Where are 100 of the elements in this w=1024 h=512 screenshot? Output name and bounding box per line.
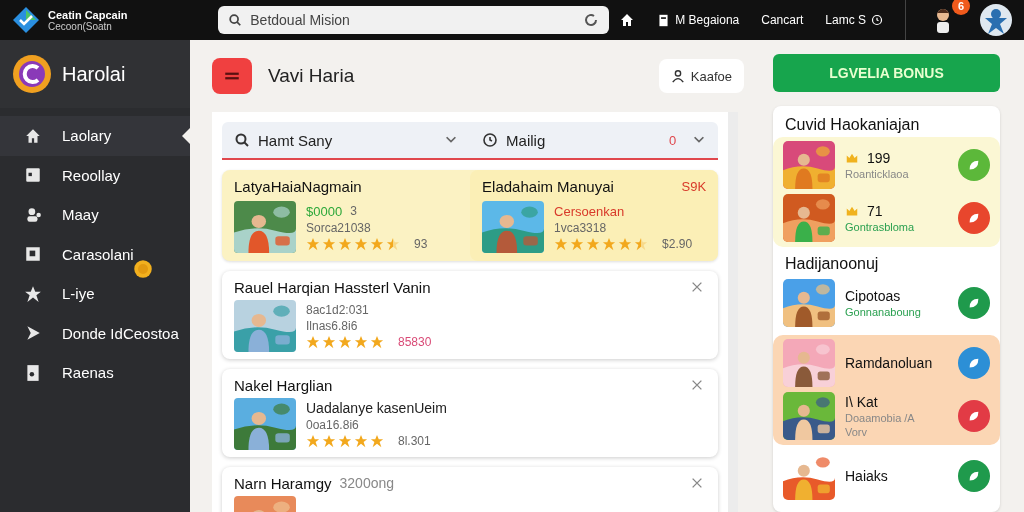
nav-link[interactable]: Lamc S <box>825 13 883 27</box>
listing-detail: Ilnas6.8i6 <box>306 319 359 333</box>
star-icon <box>338 335 352 349</box>
reward-name: I\ Kat <box>845 394 879 410</box>
star-icon <box>370 335 384 349</box>
home-icon <box>619 12 636 28</box>
sidebar-item[interactable]: Carasolani <box>0 234 190 274</box>
section-heading: Hadijanoonuj <box>784 254 880 274</box>
listing-headline: Uadalanye kasenUeim <box>306 400 447 416</box>
reward-action-button[interactable] <box>958 149 990 181</box>
star-icon <box>554 236 569 251</box>
star-icon <box>322 236 336 251</box>
clock-icon <box>871 14 883 26</box>
brand-subtitle: Cecoon(Soatn <box>48 20 112 32</box>
leaf-icon <box>967 356 981 370</box>
listing-card[interactable]: Nakel Harglian Uadalanye kasenUeim 0oa16.8i6 8l.301 <box>222 369 719 457</box>
star-icon <box>354 335 368 349</box>
reward-subtitle: Vorv <box>845 426 868 438</box>
star-icon <box>24 284 42 303</box>
selection-pointer <box>182 128 190 144</box>
nav-link[interactable]: Cancart <box>761 13 804 27</box>
star-icon <box>370 236 384 251</box>
sidebar-item[interactable]: Donde IdCeostoa <box>0 313 190 353</box>
sidebar-item[interactable]: Raenas <box>0 353 190 393</box>
reward-name: Haiaks <box>845 468 889 484</box>
square-icon <box>24 245 42 264</box>
listing-reading: 93 <box>414 236 428 251</box>
card-icon <box>24 166 42 185</box>
star-icon <box>570 236 585 251</box>
star-icon <box>338 236 352 251</box>
listing-note: 3200ong <box>339 475 395 491</box>
profile-button[interactable]: Kaafoe <box>658 59 744 93</box>
star-icon <box>602 236 617 251</box>
note-icon <box>24 363 42 382</box>
search-field[interactable]: Betdoual Mision <box>248 11 578 29</box>
leaf-icon <box>967 469 981 483</box>
rewards-title: Cuvid Haokaniajan <box>784 115 921 134</box>
listing-title: Rauel Harqian Hassterl Vanin <box>234 278 431 296</box>
leaf-icon <box>967 211 981 225</box>
star-icon <box>634 236 649 251</box>
star-icon <box>306 335 320 349</box>
star-icon <box>322 434 336 448</box>
star-icon <box>618 236 633 251</box>
listing-amount: S9K <box>681 179 707 194</box>
document-icon <box>657 13 671 27</box>
sidebar-item[interactable]: L-iye <box>0 274 190 314</box>
star-icon <box>338 434 352 448</box>
listing-tag: Cersoenkan <box>554 203 693 219</box>
user-avatar[interactable] <box>980 4 1012 36</box>
reward-value: 199 <box>867 150 891 166</box>
listing-card[interactable]: Rauel Harqian Hassterl Vanin 8ac1d2:031 Ilnas6.8i6 85830 <box>222 271 719 359</box>
listing-title: Eladahaim Manuyai <box>482 178 614 195</box>
brand-name: Ceatin Capcain <box>48 8 128 21</box>
listing-reading: 85830 <box>398 335 432 349</box>
star-icon <box>306 236 320 251</box>
search-icon <box>228 13 243 27</box>
sidebar-title: Harolai <box>62 62 126 86</box>
reward-action-button[interactable] <box>958 460 990 492</box>
reward-action-button[interactable] <box>958 287 990 319</box>
reward-action-button[interactable] <box>958 347 990 379</box>
crown-icon <box>845 204 859 218</box>
reward-value: 71 <box>867 203 883 219</box>
listing-price: $0000 <box>306 203 343 219</box>
menu-button[interactable] <box>212 58 252 94</box>
person-icon <box>670 69 685 83</box>
star-icon <box>386 236 400 251</box>
listing-detail: 8ac1d2:031 <box>306 303 370 317</box>
reward-subtitle: Gonnanaboung <box>845 306 922 318</box>
sidebar-item[interactable]: Maay <box>0 195 190 235</box>
reward-action-button[interactable] <box>958 400 990 432</box>
filter-dropdown[interactable]: Hamt Sany <box>222 122 471 158</box>
sidebar-item[interactable]: Laolary <box>0 116 190 156</box>
filter-count: 0 <box>668 132 677 148</box>
star-icon <box>586 236 601 251</box>
app-logo-icon <box>12 54 52 94</box>
listing-reading: $2.90 <box>662 236 693 251</box>
leaf-icon <box>967 296 981 310</box>
reward-subtitle: Roanticklaoa <box>845 168 910 180</box>
search-bar[interactable]: Betdoual Mision <box>218 6 610 34</box>
listing-code: Sorca21038 <box>306 220 372 235</box>
coin-badge-icon <box>133 258 153 279</box>
reward-action-button[interactable] <box>958 202 990 234</box>
people-icon <box>24 205 42 224</box>
star-icon <box>370 434 384 448</box>
filter-dropdown[interactable]: Mailig 0 <box>470 122 719 158</box>
clock-icon <box>482 132 499 148</box>
reward-subtitle: Gontrasbloma <box>845 221 916 233</box>
sidebar-item[interactable]: Reoollay <box>0 155 190 195</box>
crown-icon <box>845 151 859 165</box>
reward-name: Cipotoas <box>845 288 902 304</box>
star-icon <box>322 335 336 349</box>
featured-card[interactable]: LatyaHaiaNagmain $0000 3 Sorca21038 93 Eladahaim Manuyai S9K Cersoenkan 1vca3318 $2.90 <box>222 170 719 261</box>
star-icon <box>354 434 368 448</box>
listing-card[interactable]: Narn Haramgy 3200ong <box>222 467 719 512</box>
listing-code: 1vca3318 <box>554 220 608 235</box>
reward-subtitle: Doaamobia /A <box>845 412 916 424</box>
nav-link[interactable]: M Begaiona <box>657 13 740 27</box>
listing-reading: 8l.301 <box>398 434 431 448</box>
refresh-icon <box>583 12 600 28</box>
listing-title: Narn Haramgy <box>234 474 332 492</box>
